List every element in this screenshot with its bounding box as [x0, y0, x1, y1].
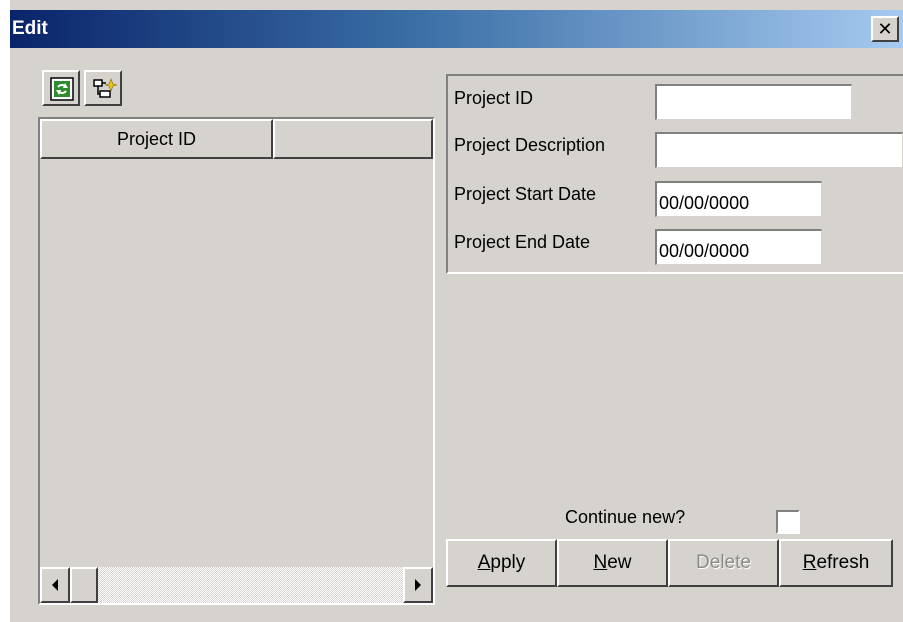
apply-accel-letter: A [477, 552, 491, 573]
refresh-button[interactable]: Refresh [779, 539, 893, 587]
project-id-label: Project ID [454, 88, 534, 108]
arrow-right-icon [415, 579, 421, 591]
new-accel-letter: N [593, 552, 608, 573]
new-button[interactable]: New [557, 539, 668, 587]
horizontal-scrollbar[interactable] [40, 567, 433, 603]
arrow-left-icon [52, 579, 58, 591]
edit-window: Edit ✕ Project ID Project ID Project Des… [0, 0, 903, 622]
project-description-input[interactable] [655, 132, 903, 168]
delete-button[interactable]: Delete [668, 539, 779, 587]
close-icon: ✕ [877, 18, 893, 40]
continue-new-checkbox[interactable] [776, 510, 800, 534]
window-title: Edit [12, 18, 48, 39]
apply-label-rest: pply [490, 552, 526, 573]
refresh-toolbar-button[interactable] [42, 70, 80, 106]
column-header-blank[interactable] [273, 119, 433, 159]
scroll-left-button[interactable] [40, 567, 70, 603]
tree-structure-toolbar-button[interactable] [84, 70, 122, 106]
project-end-date-label: Project End Date [454, 232, 591, 252]
tree-structure-icon [93, 78, 118, 98]
scroll-thumb[interactable] [70, 567, 98, 603]
refresh-icon [50, 77, 74, 101]
refresh-accel-letter: R [802, 552, 817, 573]
project-start-date-input[interactable] [655, 181, 822, 217]
list-header: Project ID [40, 119, 433, 159]
column-header-project-id[interactable]: Project ID [40, 119, 273, 159]
title-bar[interactable]: Edit ✕ [10, 10, 903, 48]
delete-label: Delete [696, 552, 751, 573]
window-left-edge [0, 0, 10, 622]
project-end-date-input[interactable] [655, 229, 822, 265]
continue-new-label: Continue new? [565, 507, 686, 527]
project-start-date-label: Project Start Date [454, 184, 597, 204]
project-form: Project ID Project Description Project S… [446, 74, 903, 274]
refresh-label-rest: efresh [816, 552, 870, 573]
project-description-label: Project Description [454, 135, 606, 155]
new-label-rest: ew [607, 552, 632, 573]
scroll-right-button[interactable] [403, 567, 433, 603]
close-button[interactable]: ✕ [871, 16, 899, 42]
project-id-input[interactable] [655, 84, 852, 120]
apply-button[interactable]: Apply [446, 539, 557, 587]
project-list[interactable]: Project ID [38, 117, 435, 605]
